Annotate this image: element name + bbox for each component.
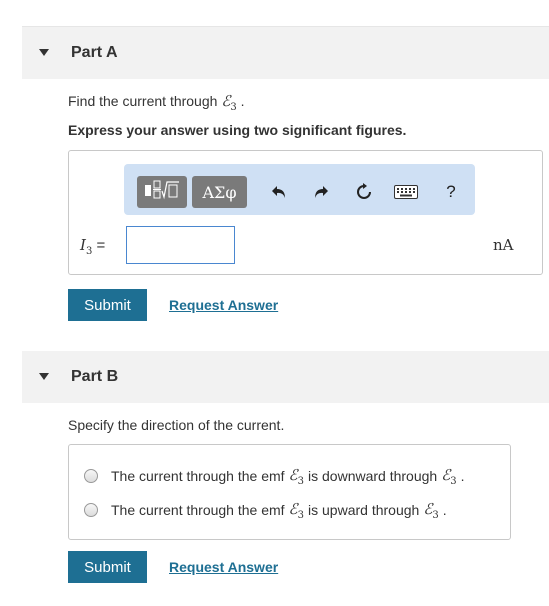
part-b-submit-button[interactable]: Submit bbox=[68, 551, 147, 583]
undo-icon[interactable] bbox=[264, 176, 294, 208]
part-b-request-answer-link[interactable]: Request Answer bbox=[169, 559, 278, 575]
variable-label: I3 = bbox=[80, 236, 106, 257]
answer-input[interactable] bbox=[126, 226, 235, 264]
fraction-sqrt-icon bbox=[142, 179, 182, 206]
part-b-title: Part B bbox=[71, 368, 119, 385]
unit-label: nA bbox=[493, 236, 514, 254]
options-box bbox=[68, 444, 511, 540]
part-a-instruction: Express your answer using two significan… bbox=[68, 122, 407, 138]
collapse-triangle-icon[interactable] bbox=[39, 373, 49, 380]
keyboard-icon[interactable] bbox=[392, 176, 420, 208]
part-b-header[interactable]: Part B bbox=[22, 351, 549, 403]
option-upward[interactable]: The current through the emf ℰ3 is upward… bbox=[84, 499, 447, 521]
radio-button[interactable] bbox=[84, 503, 98, 517]
symbols-button[interactable]: ΑΣφ bbox=[192, 176, 247, 208]
collapse-triangle-icon[interactable] bbox=[39, 49, 49, 56]
help-icon[interactable]: ? bbox=[436, 176, 466, 208]
part-a-header[interactable]: Part A bbox=[22, 27, 549, 79]
templates-button[interactable] bbox=[137, 176, 187, 208]
part-a-question: Find the current through ℰ3 . bbox=[68, 92, 245, 113]
option-downward[interactable]: The current through the emf ℰ3 is downwa… bbox=[84, 465, 465, 487]
part-a-request-answer-link[interactable]: Request Answer bbox=[169, 297, 278, 313]
emf-symbol: ℰ3 bbox=[221, 92, 237, 113]
part-a-submit-button[interactable]: Submit bbox=[68, 289, 147, 321]
part-a-title: Part A bbox=[71, 44, 118, 61]
radio-button[interactable] bbox=[84, 469, 98, 483]
redo-icon[interactable] bbox=[306, 176, 336, 208]
part-b-question: Specify the direction of the current. bbox=[68, 417, 285, 433]
reset-icon[interactable] bbox=[349, 176, 379, 208]
